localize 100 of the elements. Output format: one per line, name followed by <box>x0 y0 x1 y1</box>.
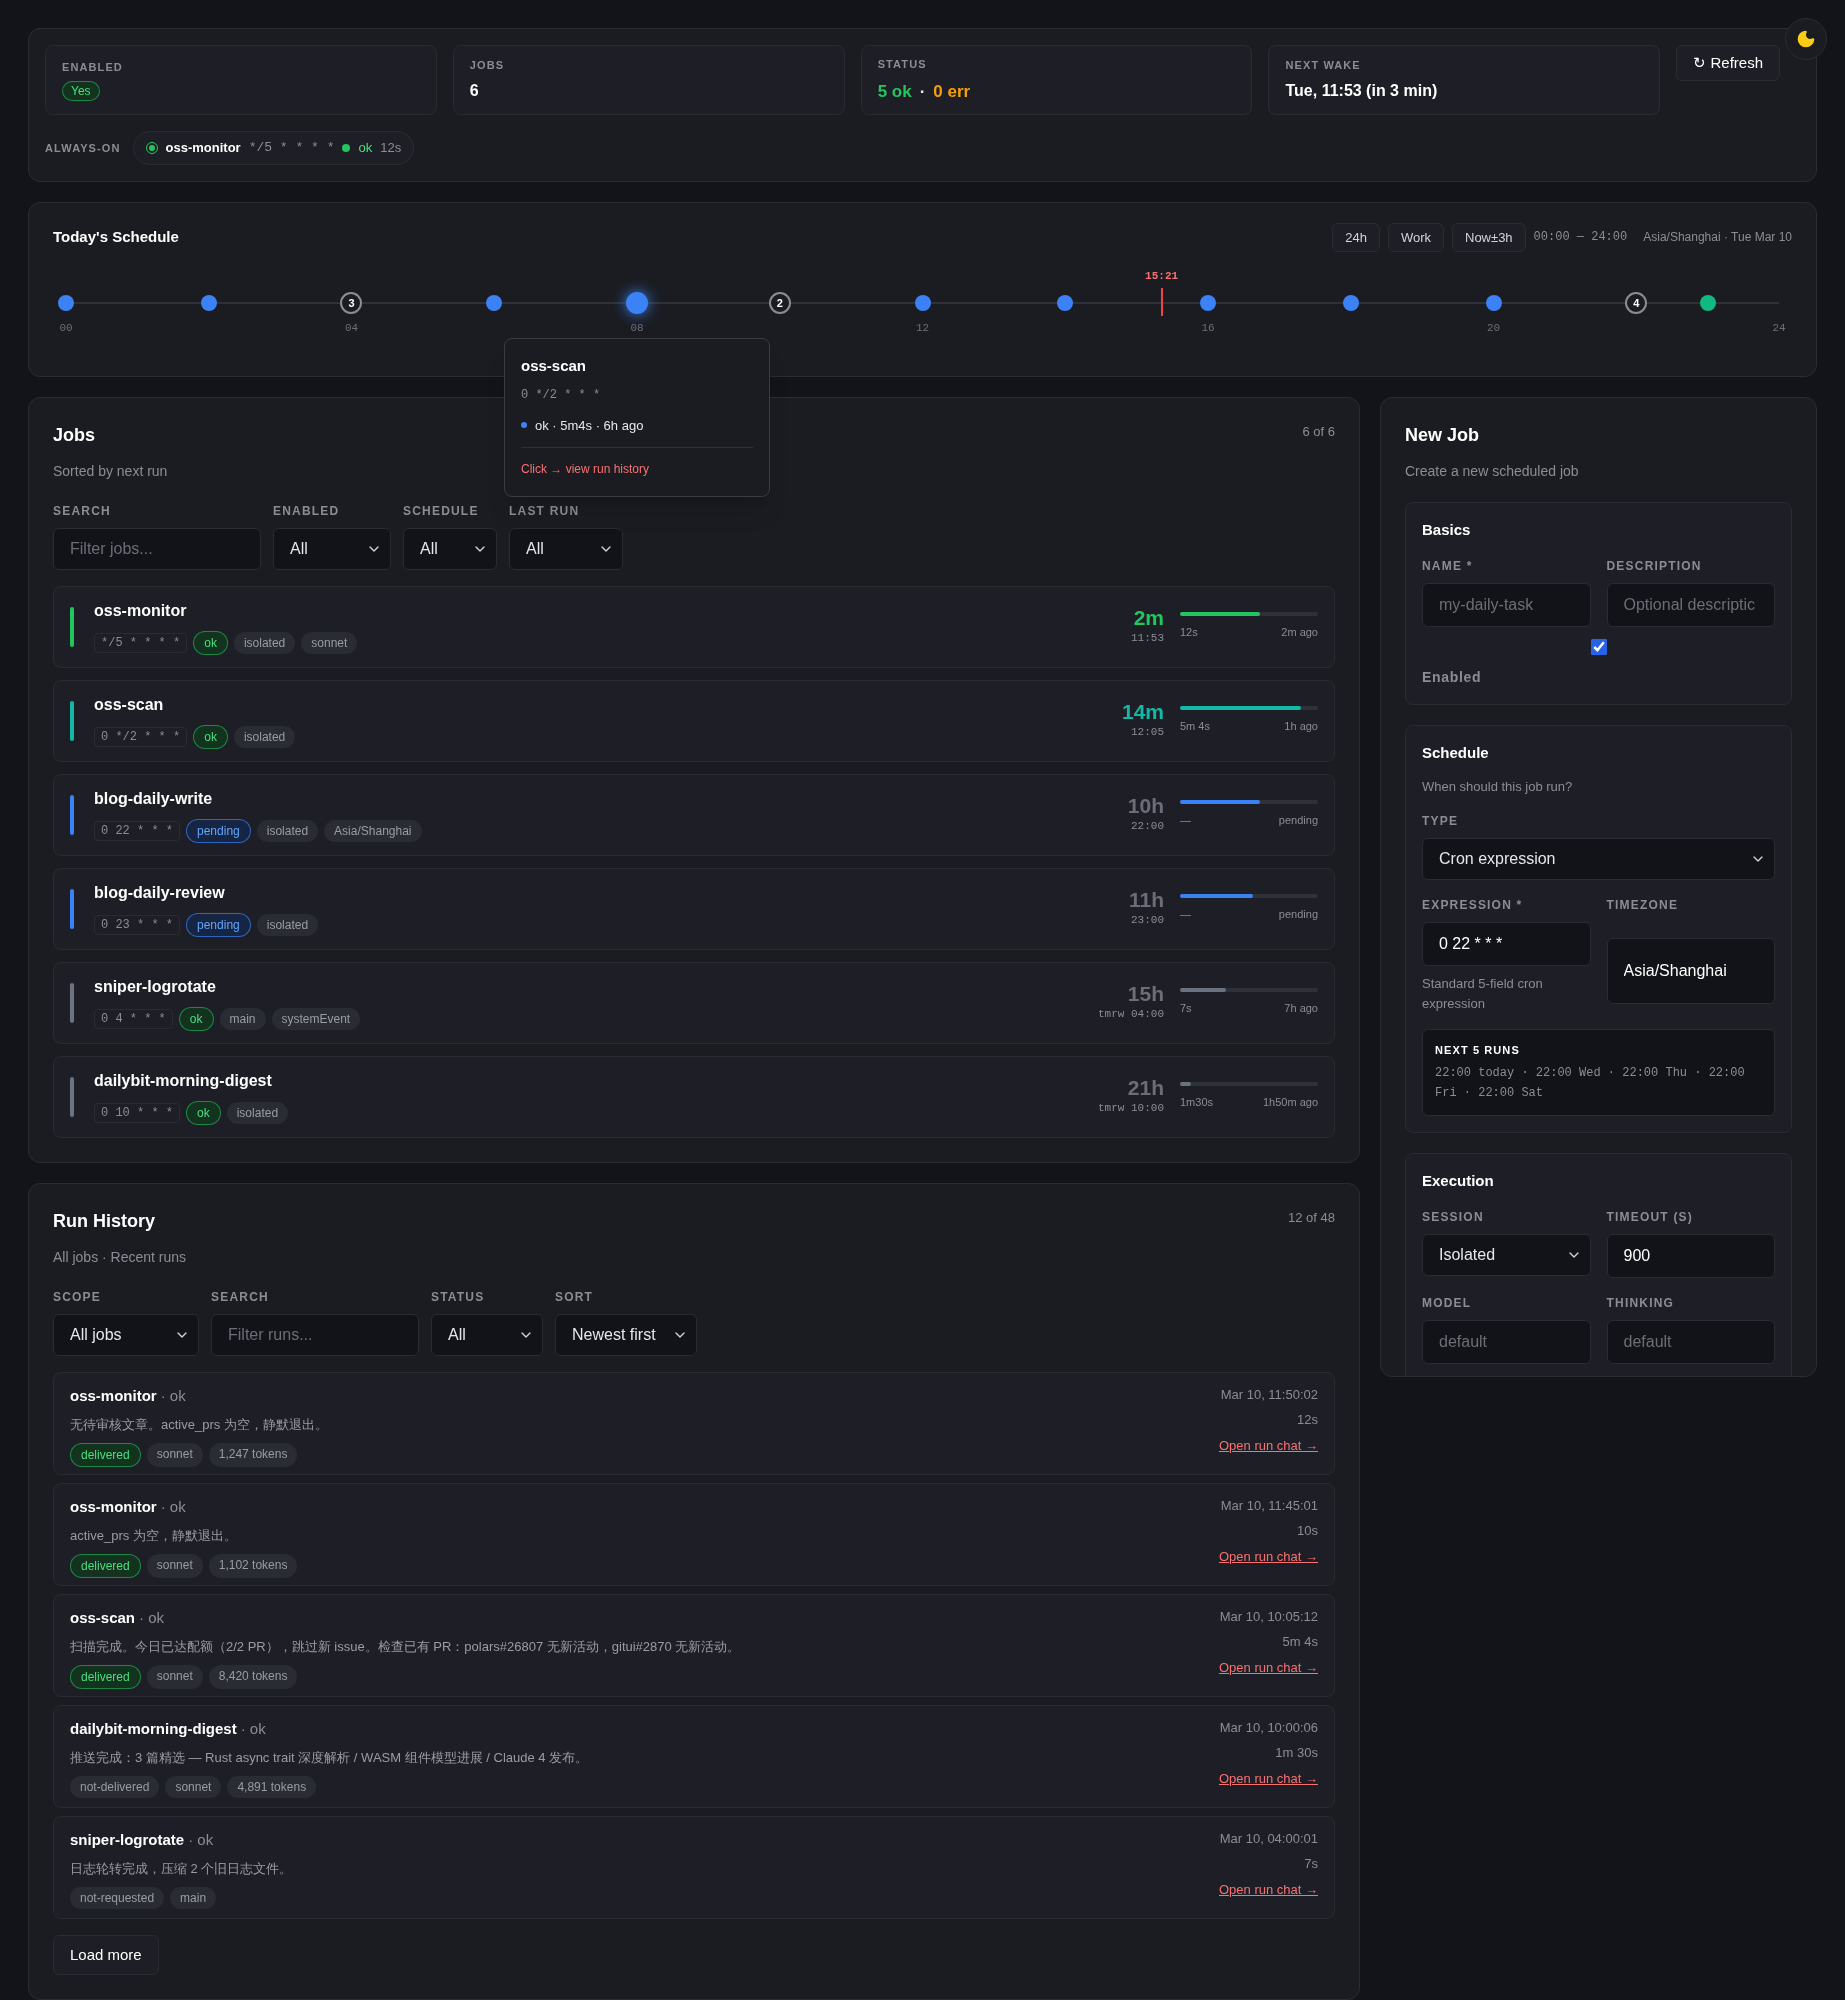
last-run: 1h50m ago <box>1262 1095 1318 1111</box>
enabled-checkbox[interactable] <box>1590 639 1607 655</box>
countdown: 21h <box>1127 1076 1164 1101</box>
run-duration: — <box>1180 813 1191 829</box>
open-chat-link[interactable]: Open run chat → <box>1219 1879 1318 1899</box>
run-message: active_prs 为空，静默退出。 <box>70 1527 238 1545</box>
stat-label: NEXT WAKE <box>1285 57 1362 73</box>
input-field[interactable]: 0 22 * * * <box>1422 922 1591 966</box>
job-row[interactable]: dailybit-morning-digest 0 10 * * * ok isolated 21h tmrw 10:00 1m30s 1h50m ago <box>53 1055 1335 1138</box>
job-row[interactable]: blog-daily-review 0 23 * * * pending isolated 11h 23:00 — pending <box>53 867 1335 950</box>
run-row[interactable]: oss-monitor · ok 无待审核文章。active_prs 为空，静默退出。 delivered sonnet 1,247 tokens Mar 10, 11:50:02 12s Open run chat → <box>53 1371 1335 1475</box>
run-row[interactable]: oss-scan · ok 扫描完成。今日已达配额（2/2 PR），跳过新 issue。检查已有 PR：polars#26807 无新活动，gitui#2870 无新活动。 delivered sonnet 8,420 tokens Mar 10, 10:05:12 5m 4s Open run chat → <box>53 1593 1335 1697</box>
time-range: 00:00 — 24:00 <box>1533 229 1628 247</box>
job-row[interactable]: oss-monitor */5 * * * * ok isolated sonnet 2m 11:53 12s 2m ago <box>53 585 1335 668</box>
run-duration: 5m 4s <box>1282 1633 1318 1651</box>
field-label: TIMEOUT (S) <box>1606 1209 1695 1226</box>
search-field[interactable]: Filter jobs... <box>53 527 261 570</box>
countdown: 14m <box>1121 700 1164 725</box>
theme-toggle-button[interactable] <box>1785 18 1827 60</box>
input-field[interactable]: my-daily-task <box>1422 583 1591 627</box>
field-label: NAME * <box>1422 558 1474 575</box>
filter-label: SEARCH <box>211 1288 270 1306</box>
tooltip-status: ok · 5m4s · 6h ago <box>535 416 644 435</box>
subsection-title: Schedule <box>1422 743 1490 763</box>
dropdown[interactable]: All <box>273 527 391 570</box>
subsection-title: Basics <box>1422 519 1472 540</box>
load-more-button[interactable]: Load more <box>53 1934 159 1975</box>
tag: 4,891 tokens <box>227 1775 317 1798</box>
run-duration: 1m 30s <box>1275 1744 1318 1762</box>
always-on-chip[interactable]: oss-monitor */5 * * * * ok 12s <box>132 131 415 165</box>
tag: 8,420 tokens <box>208 1664 298 1689</box>
tag: isolated <box>233 631 296 654</box>
run-job-name: oss-scan <box>70 1607 136 1628</box>
stat-value: 6 <box>469 81 480 102</box>
hour-tick: 20 <box>1486 321 1501 336</box>
section-subtitle: All jobs · Recent runs <box>53 1247 187 1267</box>
run-timestamp: Mar 10, 11:45:01 <box>1220 1496 1318 1515</box>
view-tab[interactable]: Work <box>1387 222 1444 252</box>
run-job-name: sniper-logrotate <box>70 1829 185 1850</box>
panel-title: New Job <box>1405 423 1480 447</box>
view-tab[interactable]: Now±3h <box>1452 222 1526 252</box>
dropdown[interactable]: All jobs <box>53 1313 199 1356</box>
run-job-name: dailybit-morning-digest <box>70 1718 237 1739</box>
subsection-subtitle: When should this job run? <box>1422 777 1574 796</box>
open-chat-link[interactable]: Open run chat → <box>1219 1768 1318 1788</box>
dropdown[interactable]: All <box>509 527 623 570</box>
job-row[interactable]: blog-daily-write 0 22 * * * pending isolated Asia/Shanghai 10h 22:00 — pending <box>53 773 1335 856</box>
panel-subtitle: Create a new scheduled job <box>1405 461 1580 481</box>
stat-label: JOBS <box>469 57 506 73</box>
search-field[interactable]: Filter runs... <box>211 1313 419 1356</box>
run-count-marker[interactable]: 2 <box>768 292 791 314</box>
filter-label: SCOPE <box>53 1288 102 1306</box>
tag: not-delivered <box>70 1775 160 1798</box>
dropdown[interactable]: All <box>403 527 497 570</box>
open-chat-link[interactable]: Open run chat → <box>1219 1435 1318 1455</box>
dropdown[interactable]: All <box>431 1313 543 1356</box>
run-timestamp: Mar 10, 04:00:01 <box>1219 1829 1318 1848</box>
dropdown[interactable]: Isolated <box>1422 1234 1591 1276</box>
hour-tick: 08 <box>630 321 644 336</box>
filter-label: LAST RUN <box>509 502 581 520</box>
input-field[interactable]: default <box>1422 1320 1591 1364</box>
run-status: · ok <box>240 1718 266 1739</box>
run-count-marker[interactable]: 3 <box>340 292 363 314</box>
tag: pending <box>186 912 251 937</box>
run-row[interactable]: dailybit-morning-digest · ok 推送完成：3 篇精选 — Rust async trait 深度解析 / WASM 组件模型进展 / Claude 4 发布。 not-delivered sonnet 4,891 tokens Mar 10, 10:00:06 1m 30s Open run chat → <box>53 1704 1335 1808</box>
run-job-name: oss-monitor <box>70 1385 157 1406</box>
run-duration: 7s <box>1180 1001 1192 1017</box>
now-time-label: 15:21 <box>1145 269 1179 284</box>
input-field[interactable]: Optional descriptic <box>1606 583 1775 627</box>
section-subtitle: Sorted by next run <box>53 461 168 481</box>
run-message: 扫描完成。今日已达配额（2/2 PR），跳过新 issue。检查已有 PR：polars#26807 无新活动，gitui#2870 无新活动。 <box>70 1638 741 1656</box>
hour-tick: 16 <box>1201 321 1215 336</box>
run-row[interactable]: oss-monitor · ok active_prs 为空，静默退出。 delivered sonnet 1,102 tokens Mar 10, 11:45:01 10s Open run chat → <box>53 1482 1335 1586</box>
tooltip-title: oss-scan <box>521 356 588 376</box>
field-label: TYPE <box>1422 813 1460 830</box>
dropdown[interactable]: Newest first <box>555 1313 697 1356</box>
job-name: dailybit-morning-digest <box>94 1070 273 1091</box>
next-runs-title: NEXT 5 RUNS <box>1435 1043 1521 1058</box>
tag: 1,247 tokens <box>208 1442 298 1467</box>
field-label: DESCRIPTION <box>1606 558 1703 575</box>
countdown: 15h <box>1127 982 1164 1007</box>
dropdown[interactable]: Cron expression <box>1422 838 1775 880</box>
history-link[interactable]: Click → view run history <box>521 462 649 476</box>
input-field[interactable]: 900 <box>1606 1234 1775 1278</box>
filter-label: SORT <box>555 1288 595 1306</box>
cron-expression: 0 10 * * * <box>94 1102 180 1123</box>
timezone-field[interactable]: Asia/Shanghai <box>1606 938 1775 1004</box>
refresh-button[interactable]: ↻ Refresh <box>1676 45 1780 81</box>
next-runs-list: 22:00 today · 22:00 Wed · 22:00 Thu · 22:00 Fri · 22:00 Sat <box>1435 1062 1762 1103</box>
job-row[interactable]: sniper-logrotate 0 4 * * * ok main systemEvent 15h tmrw 04:00 7s 7h ago <box>53 961 1335 1044</box>
run-row[interactable]: sniper-logrotate · ok 日志轮转完成，压缩 2 个旧日志文件。 not-requested main Mar 10, 04:00:01 7s Open run chat → <box>53 1815 1335 1919</box>
run-count-marker[interactable]: 4 <box>1625 292 1648 314</box>
job-row[interactable]: oss-scan 0 */2 * * * ok isolated 14m 12:05 5m 4s 1h ago <box>53 679 1335 762</box>
open-chat-link[interactable]: Open run chat → <box>1219 1546 1318 1566</box>
enabled-label: Enabled <box>1422 668 1483 687</box>
run-message: 推送完成：3 篇精选 — Rust async trait 深度解析 / WASM 组件模型进展 / Claude 4 发布。 <box>70 1749 589 1767</box>
input-field[interactable]: default <box>1606 1320 1775 1364</box>
open-chat-link[interactable]: Open run chat → <box>1219 1657 1318 1677</box>
countdown: 11h <box>1128 888 1164 913</box>
view-tab[interactable]: 24h <box>1332 222 1380 252</box>
